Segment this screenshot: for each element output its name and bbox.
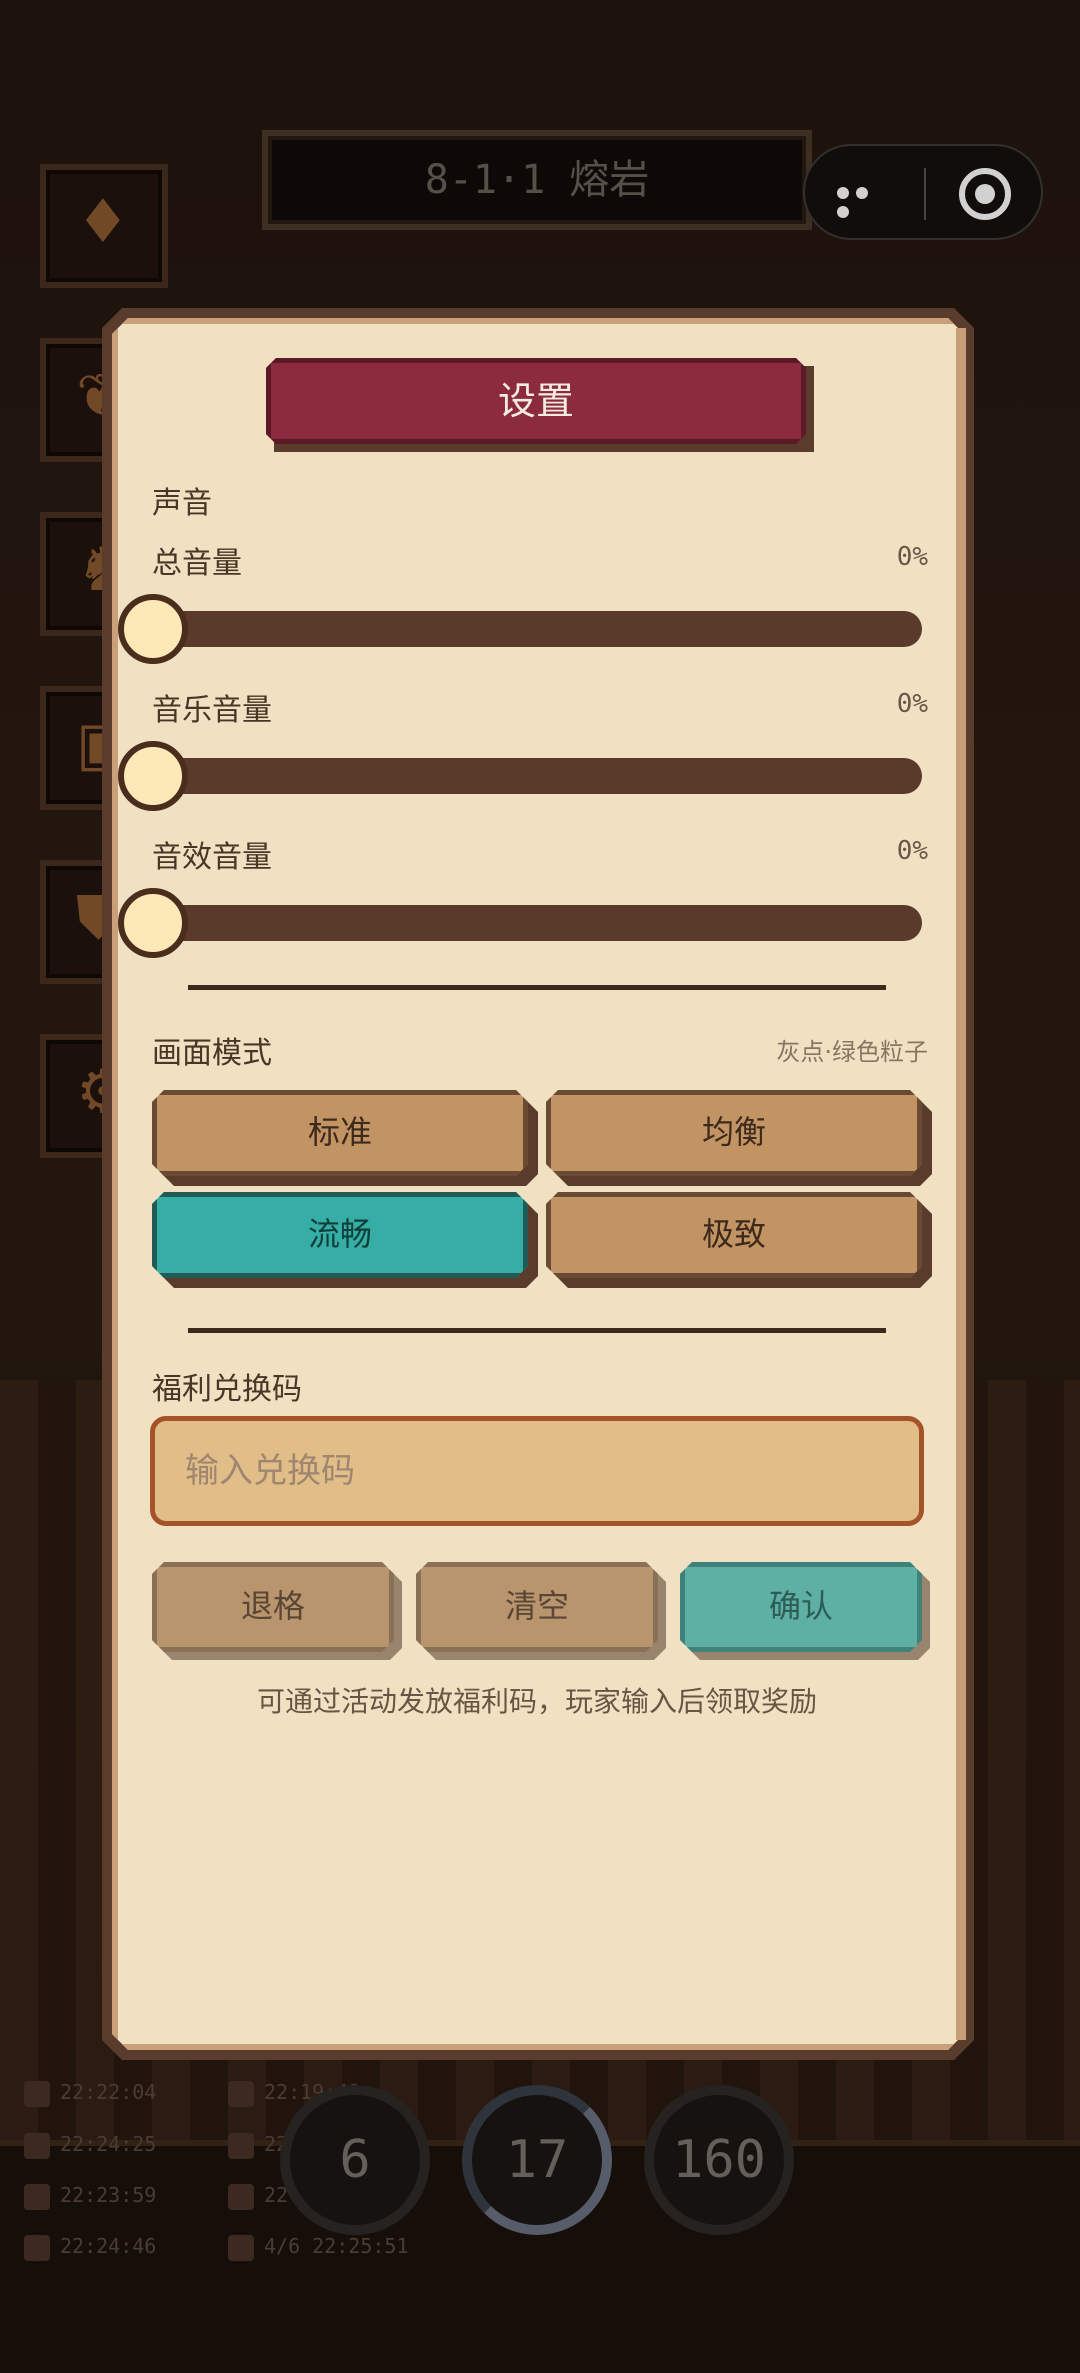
mode-ultra-button[interactable]: 极致 (546, 1192, 922, 1278)
redeem-code-input[interactable] (150, 1416, 924, 1526)
display-mode-hint: 灰点·绿色粒子 (776, 1038, 928, 1066)
redeem-hint: 可通过活动发放福利码，玩家输入后领取奖励 (256, 1685, 817, 1718)
music-volume-knob[interactable] (118, 741, 188, 811)
master-volume-slider[interactable] (150, 611, 922, 647)
music-volume-value: 0% (896, 689, 928, 719)
mode-balanced-button[interactable]: 均衡 (546, 1090, 922, 1176)
mode-standard-button[interactable]: 标准 (152, 1090, 528, 1176)
section-divider (188, 1328, 886, 1333)
music-volume-slider[interactable] (150, 758, 922, 794)
sound-section-label: 声音 (152, 486, 212, 521)
panel-edge (956, 328, 966, 2040)
confirm-button[interactable]: 确认 (680, 1562, 922, 1652)
backspace-button[interactable]: 退格 (152, 1562, 394, 1652)
sfx-volume-slider[interactable] (150, 905, 922, 941)
master-volume-label: 总音量 (152, 546, 242, 581)
section-divider (188, 985, 886, 990)
sfx-volume-value: 0% (896, 836, 928, 866)
settings-title: 设置 (266, 358, 806, 444)
mode-smooth-button[interactable]: 流畅 (152, 1192, 528, 1278)
master-volume-value: 0% (896, 542, 928, 572)
sfx-volume-knob[interactable] (118, 888, 188, 958)
music-volume-label: 音乐音量 (152, 693, 272, 728)
display-mode-label: 画面模式 (152, 1036, 272, 1071)
redeem-code-label: 福利兑换码 (152, 1372, 302, 1407)
sfx-volume-label: 音效音量 (152, 840, 272, 875)
clear-button[interactable]: 清空 (416, 1562, 658, 1652)
master-volume-knob[interactable] (118, 594, 188, 664)
